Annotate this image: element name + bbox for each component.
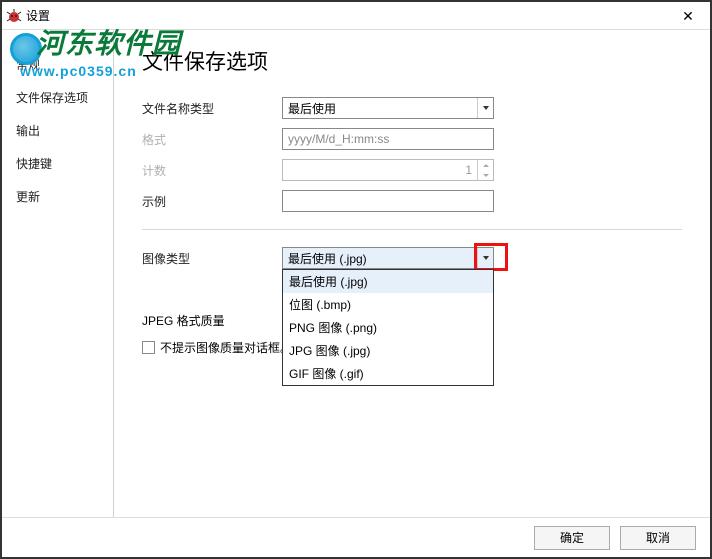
spin-down-icon xyxy=(477,170,493,180)
divider xyxy=(142,229,682,230)
example-label: 示例 xyxy=(142,193,282,210)
title-bar: 设置 ✕ xyxy=(2,2,710,30)
sidebar-item-update[interactable]: 更新 xyxy=(2,180,113,213)
chevron-down-icon xyxy=(477,98,493,118)
sidebar-item-general[interactable]: 常规 xyxy=(2,48,113,81)
checkbox-box xyxy=(142,341,155,354)
dropdown-option[interactable]: JPG 图像 (.jpg) xyxy=(283,339,493,362)
chevron-down-icon xyxy=(477,248,493,268)
image-type-dropdown: 最后使用 (.jpg) 位图 (.bmp) PNG 图像 (.png) JPG … xyxy=(282,269,494,386)
image-type-label: 图像类型 xyxy=(142,250,282,267)
cancel-button[interactable]: 取消 xyxy=(620,526,696,550)
close-button[interactable]: ✕ xyxy=(666,2,710,30)
spin-up-icon xyxy=(477,160,493,170)
app-icon xyxy=(6,8,22,24)
dropdown-option[interactable]: 位图 (.bmp) xyxy=(283,293,493,316)
dialog-footer: 确定 取消 xyxy=(2,517,710,557)
count-label: 计数 xyxy=(142,162,282,179)
page-heading: 文件保存选项 xyxy=(142,46,682,76)
filename-type-combo[interactable]: 最后使用 xyxy=(282,97,494,119)
format-input xyxy=(282,128,494,150)
sidebar-item-shortcuts[interactable]: 快捷键 xyxy=(2,147,113,180)
example-input[interactable] xyxy=(282,190,494,212)
image-type-combo[interactable]: 最后使用 (.jpg) xyxy=(282,247,494,269)
count-value: 1 xyxy=(283,160,477,180)
filename-type-label: 文件名称类型 xyxy=(142,100,282,117)
window-title: 设置 xyxy=(26,7,50,24)
sidebar-item-file-save[interactable]: 文件保存选项 xyxy=(2,81,113,114)
dropdown-option[interactable]: GIF 图像 (.gif) xyxy=(283,362,493,385)
filename-type-value: 最后使用 xyxy=(283,100,477,117)
dropdown-option[interactable]: PNG 图像 (.png) xyxy=(283,316,493,339)
ok-button[interactable]: 确定 xyxy=(534,526,610,550)
sidebar: 常规 文件保存选项 输出 快捷键 更新 xyxy=(2,30,114,518)
sidebar-item-output[interactable]: 输出 xyxy=(2,114,113,147)
image-type-value: 最后使用 (.jpg) xyxy=(283,250,477,267)
content-pane: 文件保存选项 文件名称类型 最后使用 格式 计数 1 xyxy=(114,30,710,518)
format-label: 格式 xyxy=(142,131,282,148)
count-spinner: 1 xyxy=(282,159,494,181)
dropdown-option[interactable]: 最后使用 (.jpg) xyxy=(283,270,493,293)
checkbox-label: 不提示图像质量对话框。 xyxy=(160,339,292,356)
